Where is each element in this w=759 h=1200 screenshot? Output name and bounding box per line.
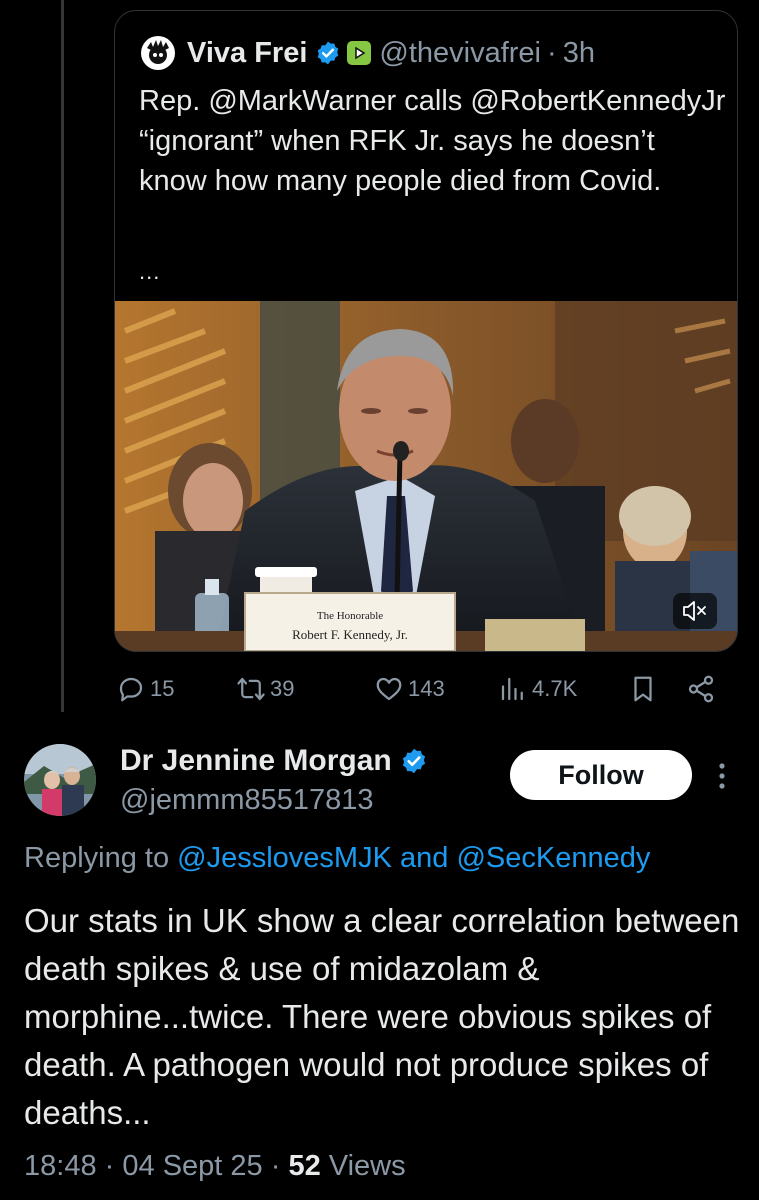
like-icon <box>376 677 402 701</box>
repost-count: 39 <box>270 676 295 701</box>
post-date[interactable]: 04 Sept 25 <box>122 1150 262 1182</box>
share-action[interactable] <box>686 674 720 704</box>
views-action[interactable]: 4.7K <box>498 674 577 704</box>
bookmark-icon <box>634 676 652 702</box>
quoted-author-avatar[interactable] <box>141 36 175 70</box>
reply-author-name-row: Dr Jennine Morgan <box>120 744 428 778</box>
views-icon <box>501 677 523 701</box>
post-views-label: Views <box>328 1150 406 1182</box>
share-icon <box>688 675 714 703</box>
mute-button[interactable] <box>673 593 717 629</box>
post-time[interactable]: 18:48 <box>24 1150 97 1182</box>
like-count: 143 <box>408 676 445 701</box>
replying-to-link-1[interactable]: @JesslovesMJK <box>177 842 392 874</box>
separator-dot: · <box>547 36 557 69</box>
reply-count: 15 <box>150 676 175 701</box>
rumble-icon <box>347 41 372 65</box>
verified-badge-icon <box>318 41 339 65</box>
reply-post-text: Our stats in UK show a clear correlation… <box>24 902 740 1131</box>
video-frame: The Honorable Robert F. Kennedy, Jr. <box>115 301 737 651</box>
reply-author-handle[interactable]: @jemmm85517813 <box>120 784 374 817</box>
quoted-author-handle[interactable]: @thevivafrei <box>379 37 541 70</box>
reply-action[interactable]: 15 <box>116 674 174 704</box>
follow-button[interactable]: Follow <box>510 750 692 800</box>
bookmark-action[interactable] <box>628 674 662 704</box>
repost-icon <box>237 677 265 701</box>
replying-prefix: Replying to <box>24 842 170 874</box>
reply-author-row: Dr Jennine Morgan @jemmm85517813 Follow <box>0 730 759 830</box>
nameplate-line-2: Robert F. Kennedy, Jr. <box>292 627 408 642</box>
verified-badge-icon <box>402 748 425 774</box>
nameplate-line-1: The Honorable <box>317 610 383 622</box>
mute-icon <box>683 601 706 621</box>
quoted-post-text: Rep. @MarkWarner calls @RobertKennedyJr … <box>139 85 726 197</box>
reply-icon <box>119 677 143 702</box>
quoted-author-name[interactable]: Viva Frei <box>187 37 307 70</box>
quoted-post-header: Viva Frei @thevivafrei · 3h <box>141 33 595 73</box>
replying-and: and <box>400 842 449 874</box>
separator-dot: · <box>270 1150 281 1182</box>
repost-action[interactable]: 39 <box>236 674 294 704</box>
post-metadata: 18:48 · 04 Sept 25 · 52 Views <box>24 1150 406 1183</box>
thread-connector-line <box>61 0 64 712</box>
reply-author-name[interactable]: Dr Jennine Morgan <box>120 744 392 778</box>
post-views-count: 52 <box>288 1150 321 1182</box>
reply-author-avatar[interactable] <box>24 744 96 816</box>
replying-to-line: Replying to @JesslovesMJK and @SecKenned… <box>24 842 650 875</box>
post-action-bar: 15 39 143 4.7K <box>116 668 726 708</box>
quoted-post-time[interactable]: 3h <box>563 37 595 70</box>
more-options-icon[interactable] <box>712 756 732 796</box>
separator-dot: · <box>104 1150 115 1182</box>
like-action[interactable]: 143 <box>374 674 445 704</box>
quoted-video[interactable]: The Honorable Robert F. Kennedy, Jr. <box>115 301 737 651</box>
replying-to-link-2[interactable]: @SecKennedy <box>456 842 650 874</box>
quoted-post-card[interactable]: Viva Frei @thevivafrei · 3h Rep. @MarkWa… <box>114 10 738 652</box>
views-count: 4.7K <box>532 676 578 701</box>
quoted-post-more: ... <box>139 259 161 284</box>
